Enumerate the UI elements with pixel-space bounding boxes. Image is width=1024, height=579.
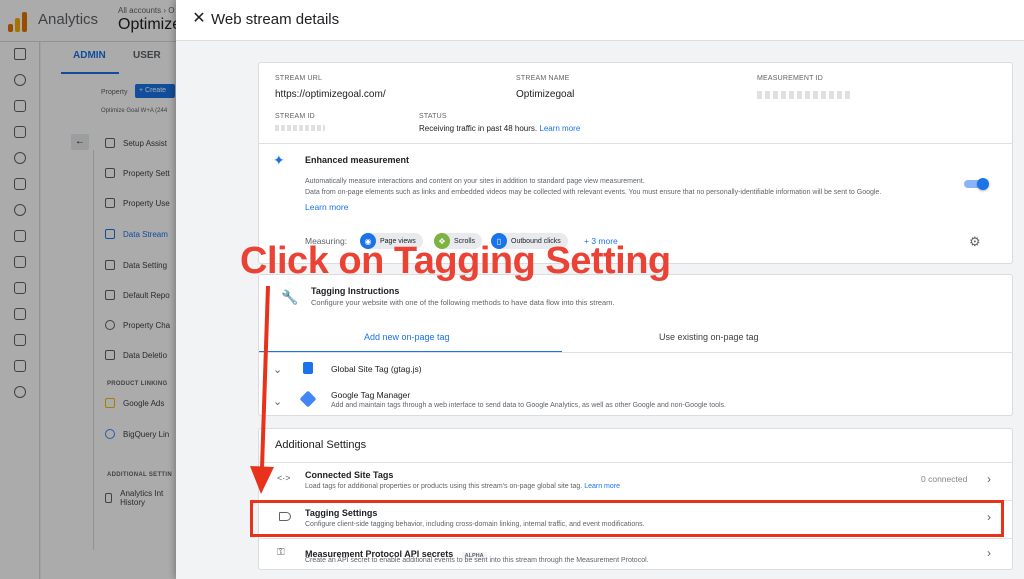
wrench-icon: 🔧: [281, 289, 299, 305]
drawer-header: ✕ Web stream details: [176, 0, 1024, 41]
gtag-option[interactable]: Global Site Tag (gtag.js): [331, 364, 422, 374]
tabs-divider: [259, 352, 1012, 353]
sparkle-icon: ✦: [273, 152, 285, 168]
web-stream-details-drawer: ✕ Web stream details STREAM URL https://…: [176, 0, 1024, 579]
measurement-protocol-desc: Create an API secret to enable additiona…: [305, 557, 649, 564]
code-icon: <·>: [277, 473, 291, 483]
tagging-instructions-subtitle: Configure your website with one of the f…: [311, 298, 615, 307]
measurement-id-redacted: [757, 91, 853, 99]
measurement-protocol-row[interactable]: ⚿ Measurement Protocol API secrets ALPHA…: [259, 539, 1012, 571]
stream-url-label: STREAM URL: [275, 75, 323, 82]
tagging-instructions-title: Tagging Instructions: [311, 286, 400, 296]
enhanced-measurement-title: Enhanced measurement: [305, 155, 410, 165]
gear-icon[interactable]: ⚙: [969, 235, 981, 248]
enhanced-learn-more-link[interactable]: Learn more: [305, 202, 348, 212]
connected-count: 0 connected: [921, 474, 968, 484]
drawer-title: Web stream details: [211, 11, 340, 28]
additional-settings-card: Additional Settings <·> Connected Site T…: [258, 428, 1013, 570]
stream-name-value: Optimizegoal: [516, 89, 575, 100]
card-divider: [259, 143, 1012, 144]
chevron-right-icon: ›: [987, 472, 991, 486]
key-icon: ⚿: [277, 547, 285, 558]
stream-url-value: https://optimizegoal.com/: [275, 89, 386, 100]
tagging-instructions-card: 🔧 Tagging Instructions Configure your we…: [258, 274, 1013, 416]
enhanced-desc-1: Automatically measure interactions and c…: [305, 178, 645, 185]
connected-site-tags-desc: Load tags for additional properties or p…: [305, 483, 620, 490]
chevron-right-icon: ›: [987, 546, 991, 560]
stream-id-redacted: [275, 125, 325, 131]
status-learn-more-link[interactable]: Learn more: [539, 124, 580, 133]
enhanced-desc-2: Data from on-page elements such as links…: [305, 189, 882, 196]
gtm-desc: Add and maintain tags through a web inte…: [331, 402, 726, 409]
gtm-title[interactable]: Google Tag Manager: [331, 390, 410, 400]
annotation-instruction: Click on Tagging Setting: [240, 240, 671, 282]
chevron-down-icon[interactable]: ⌄: [273, 395, 282, 408]
stream-id-label: STREAM ID: [275, 113, 315, 120]
stream-name-label: STREAM NAME: [516, 75, 570, 82]
chevron-down-icon[interactable]: ⌄: [273, 363, 282, 376]
gtag-icon: [303, 362, 313, 374]
enhanced-measurement-toggle[interactable]: [964, 178, 989, 190]
tab-use-existing-tag[interactable]: Use existing on-page tag: [659, 332, 759, 342]
measurement-id-label: MEASUREMENT ID: [757, 75, 824, 82]
additional-settings-header: Additional Settings: [275, 439, 367, 451]
tag-manager-icon: [299, 390, 317, 408]
close-icon[interactable]: ✕: [192, 11, 206, 27]
connected-site-tags-title: Connected Site Tags: [305, 470, 394, 480]
status-label: STATUS: [419, 113, 447, 120]
connected-learn-more-link[interactable]: Learn more: [584, 483, 620, 490]
status-value: Receiving traffic in past 48 hours. Lear…: [419, 124, 581, 133]
annotation-highlight-box: [250, 500, 1004, 537]
connected-site-tags-row[interactable]: <·> Connected Site Tags Load tags for ad…: [259, 463, 1012, 499]
tab-add-new-tag[interactable]: Add new on-page tag: [364, 332, 450, 342]
